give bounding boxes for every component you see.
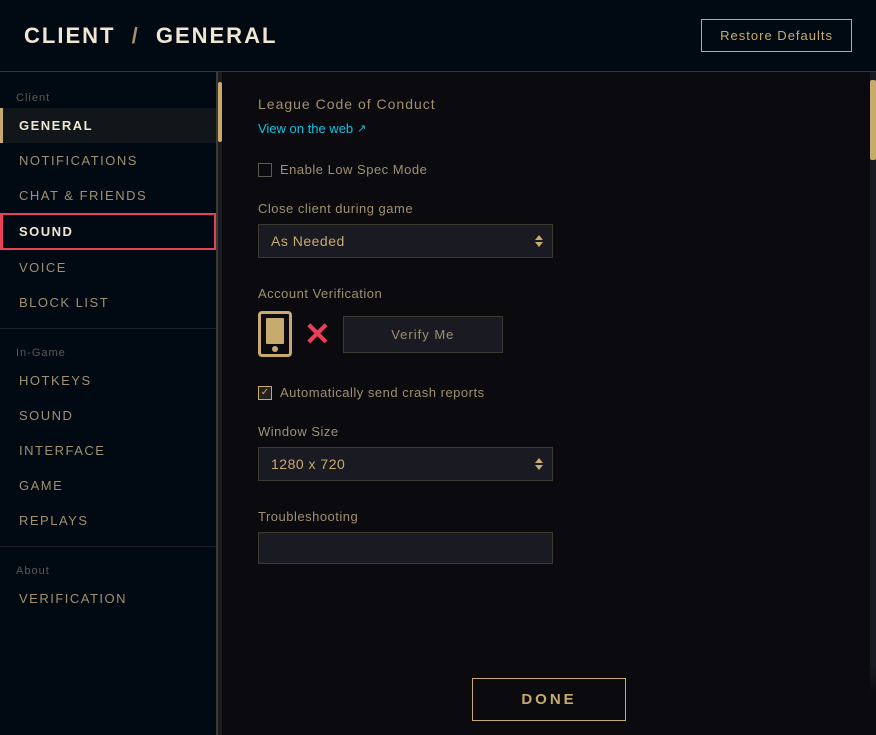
- phone-screen: [266, 318, 284, 344]
- sidebar: Client GENERAL NOTIFICATIONS CHAT & FRIE…: [0, 72, 218, 735]
- sidebar-item-sound-ingame[interactable]: SOUND: [0, 398, 216, 433]
- sidebar-item-voice[interactable]: VOICE: [0, 250, 216, 285]
- header: CLIENT / GENERAL Restore Defaults: [0, 0, 876, 72]
- sidebar-divider-2: [0, 546, 216, 547]
- sidebar-item-chat-friends[interactable]: CHAT & FRIENDS: [0, 178, 216, 213]
- sidebar-ingame-section: In-Game: [0, 337, 216, 363]
- footer: DONE: [222, 666, 876, 735]
- account-verification-section: Account Verification ✕ Verify Me: [258, 286, 834, 357]
- sidebar-item-game[interactable]: GAME: [0, 468, 216, 503]
- sidebar-item-verification[interactable]: VERIFICATION: [0, 581, 216, 616]
- troubleshooting-field: [258, 532, 553, 564]
- account-row: ✕ Verify Me: [258, 311, 834, 357]
- x-mark-icon: ✕: [304, 318, 331, 350]
- content-wrapper: League Code of Conduct View on the web ↗…: [222, 72, 876, 735]
- sidebar-about-section: About: [0, 555, 216, 581]
- crash-reports-label: Automatically send crash reports: [280, 385, 485, 400]
- sidebar-divider-1: [0, 328, 216, 329]
- window-size-label: Window Size: [258, 424, 834, 439]
- main-layout: Client GENERAL NOTIFICATIONS CHAT & FRIE…: [0, 72, 876, 735]
- low-spec-label: Enable Low Spec Mode: [280, 162, 427, 177]
- content-scrollbar-track[interactable]: [870, 72, 876, 735]
- sidebar-item-block-list[interactable]: BLOCK LIST: [0, 285, 216, 320]
- troubleshooting-label: Troubleshooting: [258, 509, 834, 524]
- restore-defaults-button[interactable]: Restore Defaults: [701, 19, 852, 52]
- view-on-web-link[interactable]: View on the web ↗: [258, 121, 366, 136]
- account-verification-label: Account Verification: [258, 286, 834, 301]
- breadcrumb: CLIENT / GENERAL: [24, 23, 277, 49]
- crash-reports-row: Automatically send crash reports: [258, 385, 834, 400]
- low-spec-checkbox[interactable]: [258, 163, 272, 177]
- phone-button: [272, 346, 278, 352]
- sidebar-item-interface[interactable]: INTERFACE: [0, 433, 216, 468]
- verify-me-button[interactable]: Verify Me: [343, 316, 503, 353]
- breadcrumb-separator: /: [132, 23, 140, 48]
- window-size-select[interactable]: 1280 x 720 1600 x 900 1920 x 1080: [258, 447, 553, 481]
- close-client-select[interactable]: Never As Needed Always: [258, 224, 553, 258]
- close-client-label: Close client during game: [258, 201, 834, 216]
- content-area: League Code of Conduct View on the web ↗…: [222, 72, 870, 735]
- close-client-select-wrapper: Never As Needed Always: [258, 224, 553, 258]
- view-on-web-row: View on the web ↗: [258, 120, 834, 138]
- window-size-select-wrapper: 1280 x 720 1600 x 900 1920 x 1080: [258, 447, 553, 481]
- done-button[interactable]: DONE: [472, 678, 625, 721]
- sidebar-item-replays[interactable]: REPLAYS: [0, 503, 216, 538]
- phone-icon: [258, 311, 292, 357]
- breadcrumb-section: GENERAL: [156, 23, 278, 48]
- code-of-conduct-label: League Code of Conduct: [258, 96, 834, 112]
- sidebar-client-section: Client: [0, 82, 216, 108]
- content-scrollbar-thumb: [870, 80, 876, 160]
- sidebar-item-hotkeys[interactable]: HOTKEYS: [0, 363, 216, 398]
- breadcrumb-client: CLIENT: [24, 23, 115, 48]
- crash-reports-checkbox[interactable]: [258, 386, 272, 400]
- low-spec-row: Enable Low Spec Mode: [258, 162, 834, 177]
- sidebar-item-general[interactable]: GENERAL: [0, 108, 216, 143]
- sidebar-item-notifications[interactable]: NOTIFICATIONS: [0, 143, 216, 178]
- sidebar-item-sound[interactable]: SOUND: [0, 213, 216, 250]
